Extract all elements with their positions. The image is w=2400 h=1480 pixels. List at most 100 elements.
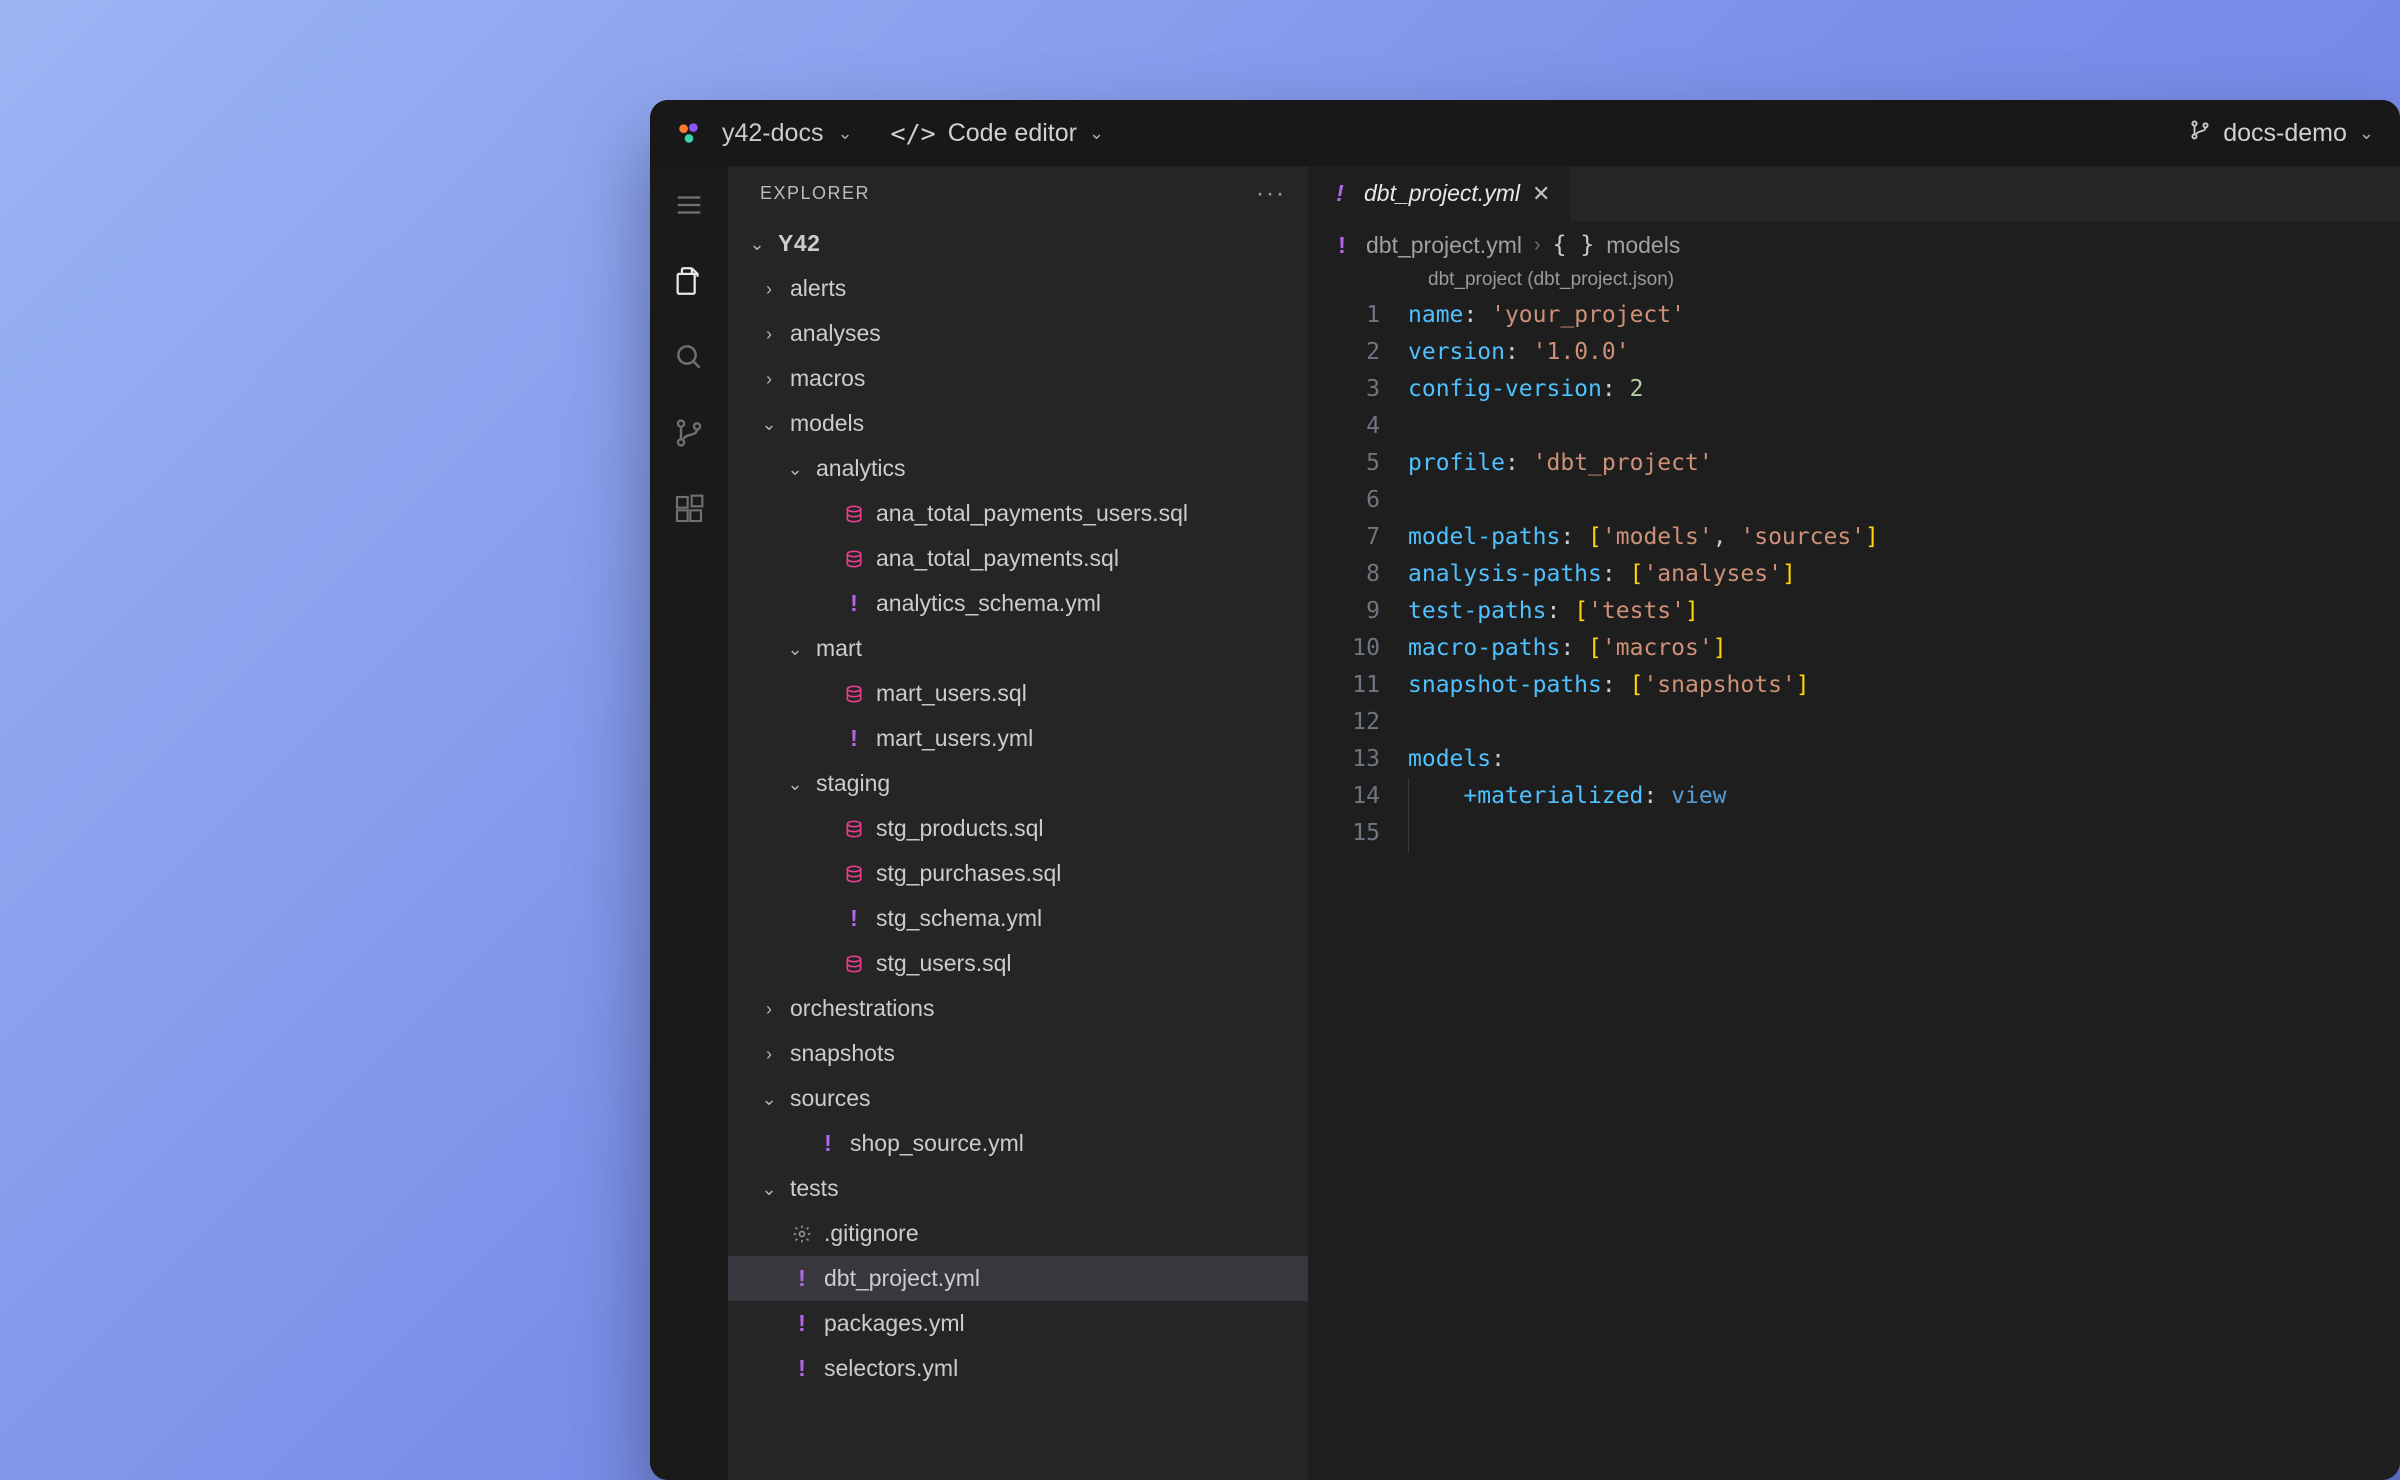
tree-folder[interactable]: ›snapshots	[728, 1031, 1308, 1076]
tree-folder[interactable]: ⌄ tests	[728, 1166, 1308, 1211]
chevron-right-icon: ›	[758, 325, 780, 343]
menu-button[interactable]	[670, 186, 708, 224]
tree-folder[interactable]: ⌄ models	[728, 401, 1308, 446]
tree-item-label: ana_total_payments_users.sql	[876, 502, 1188, 525]
tree-file[interactable]: ·!analytics_schema.yml	[728, 581, 1308, 626]
chevron-down-icon: ⌄	[837, 123, 852, 144]
gear-icon	[790, 1224, 814, 1244]
tree-folder[interactable]: ⌄ mart	[728, 626, 1308, 671]
sql-icon	[842, 549, 866, 569]
yaml-icon: !	[842, 907, 866, 930]
code-line: 5profile: 'dbt_project'	[1308, 445, 2400, 482]
tree-item-label: stg_schema.yml	[876, 907, 1042, 930]
extensions-button[interactable]	[670, 490, 708, 528]
tree-folder[interactable]: ›macros	[728, 356, 1308, 401]
tree-file[interactable]: ·stg_users.sql	[728, 941, 1308, 986]
breadcrumb-file: dbt_project.yml	[1366, 232, 1522, 259]
tree-file[interactable]: ·stg_products.sql	[728, 806, 1308, 851]
yaml-icon: !	[790, 1312, 814, 1335]
tree-item-label: dbt_project.yml	[824, 1267, 980, 1290]
line-number: 11	[1308, 667, 1408, 704]
search-button[interactable]	[670, 338, 708, 376]
code-content: macro-paths: ['macros']	[1408, 630, 1727, 667]
codelens-hint[interactable]: dbt_project (dbt_project.json)	[1308, 269, 2400, 297]
editor-tab[interactable]: ! dbt_project.yml ✕	[1308, 166, 1570, 221]
tree-file[interactable]: ·ana_total_payments.sql	[728, 536, 1308, 581]
chevron-down-icon: ⌄	[784, 460, 806, 478]
tree-item-label: macros	[790, 367, 865, 390]
tree-item-label: mart_users.sql	[876, 682, 1027, 705]
code-content: version: '1.0.0'	[1408, 334, 1630, 371]
tree-file[interactable]: ·stg_purchases.sql	[728, 851, 1308, 896]
chevron-down-icon: ⌄	[758, 1090, 780, 1108]
chevron-down-icon: ⌄	[758, 415, 780, 433]
code-content: config-version: 2	[1408, 371, 1643, 408]
branch-selector[interactable]: docs-demo ⌄	[2189, 119, 2374, 148]
chevron-down-icon: ⌄	[746, 235, 768, 253]
code-content: test-paths: ['tests']	[1408, 593, 1699, 630]
file-tree: ⌄ Y42 ›alerts›analyses›macros⌄models⌄ana…	[728, 221, 1308, 1391]
breadcrumb-symbol: models	[1606, 232, 1680, 259]
code-line: 6	[1308, 482, 2400, 519]
editor-area: ! dbt_project.yml ✕ ! dbt_project.yml › …	[1308, 166, 2400, 1480]
yaml-icon: !	[842, 592, 866, 615]
yaml-icon: !	[790, 1357, 814, 1380]
tree-file[interactable]: ·!selectors.yml	[728, 1346, 1308, 1391]
close-tab-button[interactable]: ✕	[1532, 181, 1550, 207]
tree-file[interactable]: ·!stg_schema.yml	[728, 896, 1308, 941]
explorer-header: EXPLORER ···	[728, 166, 1308, 221]
tree-folder[interactable]: ›analyses	[728, 311, 1308, 356]
line-number: 1	[1308, 297, 1408, 334]
chevron-down-icon: ⌄	[758, 1180, 780, 1198]
tree-file[interactable]: ·!packages.yml	[728, 1301, 1308, 1346]
branch-name: docs-demo	[2223, 119, 2347, 148]
code-line: 9test-paths: ['tests']	[1308, 593, 2400, 630]
tree-item-label: mart	[816, 637, 862, 660]
braces-icon: { }	[1553, 232, 1595, 258]
chevron-down-icon: ⌄	[784, 640, 806, 658]
code-line: 11snapshot-paths: ['snapshots']	[1308, 667, 2400, 704]
explorer-button[interactable]	[670, 262, 708, 300]
code-line: 13models:	[1308, 741, 2400, 778]
title-bar: y42-docs ⌄ </> Code editor ⌄ docs-demo ⌄	[650, 100, 2400, 166]
tree-file[interactable]: ·!mart_users.yml	[728, 716, 1308, 761]
tree-file[interactable]: ·!dbt_project.yml	[728, 1256, 1308, 1301]
tree-root[interactable]: ⌄ Y42	[728, 221, 1308, 266]
tree-file[interactable]: ·ana_total_payments_users.sql	[728, 491, 1308, 536]
line-number: 2	[1308, 334, 1408, 371]
code-content: analysis-paths: ['analyses']	[1408, 556, 1796, 593]
code-content: profile: 'dbt_project'	[1408, 445, 1713, 482]
breadcrumbs[interactable]: ! dbt_project.yml › { } models	[1308, 221, 2400, 269]
source-control-button[interactable]	[670, 414, 708, 452]
tree-folder[interactable]: ›orchestrations	[728, 986, 1308, 1031]
chevron-right-icon: ›	[758, 280, 780, 298]
code-line: 3config-version: 2	[1308, 371, 2400, 408]
code-editor[interactable]: 1name: 'your_project'2version: '1.0.0'3c…	[1308, 297, 2400, 852]
code-content: snapshot-paths: ['snapshots']	[1408, 667, 1810, 704]
sql-icon	[842, 819, 866, 839]
tree-item-label: models	[790, 412, 864, 435]
tab-strip: ! dbt_project.yml ✕	[1308, 166, 2400, 221]
more-actions-button[interactable]: ···	[1256, 180, 1286, 208]
yaml-icon: !	[816, 1132, 840, 1155]
tree-file[interactable]: ·!shop_source.yml	[728, 1121, 1308, 1166]
yaml-icon: !	[842, 727, 866, 750]
yaml-icon: !	[1328, 180, 1352, 207]
tree-folder[interactable]: ⌄ sources	[728, 1076, 1308, 1121]
tree-item-label: sources	[790, 1087, 871, 1110]
git-branch-icon	[2189, 119, 2211, 148]
mode-selector[interactable]: </> Code editor ⌄	[891, 119, 1105, 148]
tree-file[interactable]: ·mart_users.sql	[728, 671, 1308, 716]
tree-item-label: tests	[790, 1177, 839, 1200]
line-number: 12	[1308, 704, 1408, 741]
mode-label: Code editor	[948, 119, 1077, 148]
yaml-icon: !	[790, 1267, 814, 1290]
tree-folder[interactable]: ⌄analytics	[728, 446, 1308, 491]
code-content: model-paths: ['models', 'sources']	[1408, 519, 1879, 556]
project-selector[interactable]: y42-docs ⌄	[722, 119, 853, 148]
tree-folder[interactable]: ⌄staging	[728, 761, 1308, 806]
tree-file[interactable]: ·.gitignore	[728, 1211, 1308, 1256]
yaml-icon: !	[1330, 232, 1354, 259]
tree-folder[interactable]: ›alerts	[728, 266, 1308, 311]
tree-item-label: .gitignore	[824, 1222, 919, 1245]
